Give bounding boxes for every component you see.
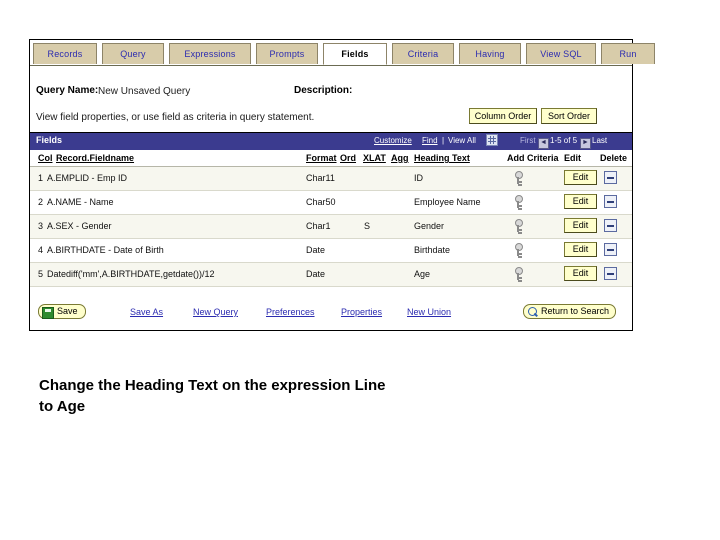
table-row: 5 Datediff('mm',A.BIRTHDATE,getdate())/1…	[30, 263, 632, 287]
view-all-link[interactable]: View All	[448, 136, 476, 145]
row-format: Date	[306, 269, 326, 279]
row-format: Date	[306, 245, 326, 255]
edit-button[interactable]: Edit	[564, 194, 597, 209]
row-heading-text: Employee Name	[414, 197, 481, 207]
row-heading-text: Gender	[414, 221, 445, 231]
row-record-field: A.BIRTHDATE - Date of Birth	[47, 245, 164, 255]
table-row: 3 A.SEX - Gender Char1 S Gender Edit	[30, 215, 632, 239]
sort-order-button[interactable]: Sort Order	[541, 108, 597, 124]
delete-button[interactable]	[604, 171, 617, 184]
tab-view-sql[interactable]: View SQL	[526, 43, 596, 64]
row-format: Char11	[306, 173, 335, 183]
fields-grid: Fields Customize Find | View All First ◄…	[30, 132, 632, 287]
tab-prompts[interactable]: Prompts	[256, 43, 318, 64]
column-header-ord[interactable]: Ord	[340, 153, 356, 163]
row-col-number: 2	[38, 197, 44, 207]
row-record-field: A.SEX - Gender	[47, 221, 112, 231]
column-header-xlat[interactable]: XLAT	[363, 153, 386, 163]
column-header-add-criteria: Add Criteria	[507, 153, 559, 163]
caption: Change the Heading Text on the expressio…	[39, 375, 509, 417]
preferences-link[interactable]: Preferences	[266, 307, 315, 317]
row-col-number: 3	[38, 221, 44, 231]
new-union-link[interactable]: New Union	[407, 307, 451, 317]
column-order-button[interactable]: Column Order	[469, 108, 537, 124]
add-criteria-key-icon[interactable]	[513, 171, 525, 185]
column-header-edit: Edit	[564, 153, 581, 163]
tab-having[interactable]: Having	[459, 43, 521, 64]
fields-grid-column-headers: Col Record.Fieldname Format Ord XLAT Agg…	[30, 150, 632, 167]
query-name-value: New Unsaved Query	[98, 86, 191, 97]
row-heading-text: Birthdate	[414, 245, 451, 255]
column-header-col[interactable]: Col	[38, 153, 53, 163]
new-query-link[interactable]: New Query	[193, 307, 238, 317]
properties-link[interactable]: Properties	[341, 307, 382, 317]
caption-line-2: to Age	[39, 398, 86, 415]
delete-button[interactable]	[604, 195, 617, 208]
row-col-number: 4	[38, 245, 44, 255]
row-col-number: 5	[38, 269, 44, 279]
delete-button[interactable]	[604, 243, 617, 256]
add-criteria-key-icon[interactable]	[513, 195, 525, 209]
row-col-number: 1	[38, 173, 44, 183]
last-link[interactable]: Last	[592, 136, 607, 145]
column-header-record-field[interactable]: Record.Fieldname	[56, 153, 134, 163]
instruction-text: View field properties, or use field as c…	[36, 112, 315, 123]
description-label: Description:	[294, 85, 353, 96]
edit-button[interactable]: Edit	[564, 218, 597, 233]
next-page-arrow-icon[interactable]: ►	[580, 136, 591, 149]
save-button-label: Save	[57, 306, 78, 316]
tab-criteria[interactable]: Criteria	[392, 43, 454, 64]
delete-button[interactable]	[604, 267, 617, 280]
tab-strip: Records Query Expressions Prompts Fields…	[30, 43, 655, 66]
add-criteria-key-icon[interactable]	[513, 243, 525, 257]
table-row: 1 A.EMPLID - Emp ID Char11 ID Edit	[30, 167, 632, 191]
tab-fields[interactable]: Fields	[323, 43, 387, 65]
row-heading-text: ID	[414, 173, 423, 183]
delete-button[interactable]	[604, 219, 617, 232]
row-format: Char50	[306, 197, 336, 207]
bottom-toolbar: Save Save As New Query Preferences Prope…	[30, 298, 632, 330]
row-record-field: A.NAME - Name	[47, 197, 114, 207]
first-link[interactable]: First	[520, 136, 536, 145]
page-counter: 1-5 of 5	[550, 136, 578, 145]
fields-grid-title: Fields	[36, 135, 63, 145]
return-to-search-label: Return to Search	[541, 306, 610, 316]
row-format: Char1	[306, 221, 331, 231]
return-to-search-button[interactable]: Return to Search	[523, 304, 617, 319]
tab-run[interactable]: Run	[601, 43, 655, 64]
tab-expressions[interactable]: Expressions	[169, 43, 251, 64]
customize-link[interactable]: Customize	[374, 136, 412, 145]
row-record-field: Datediff('mm',A.BIRTHDATE,getdate())/12	[47, 269, 215, 279]
find-link[interactable]: Find	[422, 136, 438, 145]
table-row: 4 A.BIRTHDATE - Date of Birth Date Birth…	[30, 239, 632, 263]
screenshot-root: Records Query Expressions Prompts Fields…	[0, 0, 720, 540]
table-row: 2 A.NAME - Name Char50 Employee Name Edi…	[30, 191, 632, 215]
query-header: Query Name: New Unsaved Query Descriptio…	[36, 85, 626, 99]
column-header-delete: Delete	[600, 153, 628, 163]
search-icon	[528, 307, 537, 316]
row-heading-text: Age	[414, 269, 431, 279]
save-button[interactable]: Save	[38, 304, 86, 319]
save-as-link[interactable]: Save As	[130, 307, 163, 317]
previous-page-arrow-icon[interactable]: ◄	[538, 136, 549, 149]
fields-grid-titlebar: Fields Customize Find | View All First ◄…	[30, 132, 632, 150]
column-header-heading-text[interactable]: Heading Text	[414, 153, 470, 163]
edit-button[interactable]: Edit	[564, 266, 597, 281]
save-disk-icon	[42, 307, 54, 319]
tab-query[interactable]: Query	[102, 43, 164, 64]
nav-separator: |	[442, 136, 445, 145]
query-name-label: Query Name:	[36, 85, 99, 96]
grid-icon[interactable]	[486, 134, 498, 148]
add-criteria-key-icon[interactable]	[513, 267, 525, 281]
tab-records[interactable]: Records	[33, 43, 97, 64]
edit-button[interactable]: Edit	[564, 170, 597, 185]
row-record-field: A.EMPLID - Emp ID	[47, 173, 128, 183]
caption-line-1: Change the Heading Text on the expressio…	[39, 377, 386, 394]
edit-button[interactable]: Edit	[564, 242, 597, 257]
row-xlat: S	[364, 221, 371, 231]
column-header-agg[interactable]: Agg	[391, 153, 409, 163]
peoplesoft-query-manager-window: Records Query Expressions Prompts Fields…	[29, 39, 655, 331]
column-header-format[interactable]: Format	[306, 153, 337, 163]
add-criteria-key-icon[interactable]	[513, 219, 525, 233]
